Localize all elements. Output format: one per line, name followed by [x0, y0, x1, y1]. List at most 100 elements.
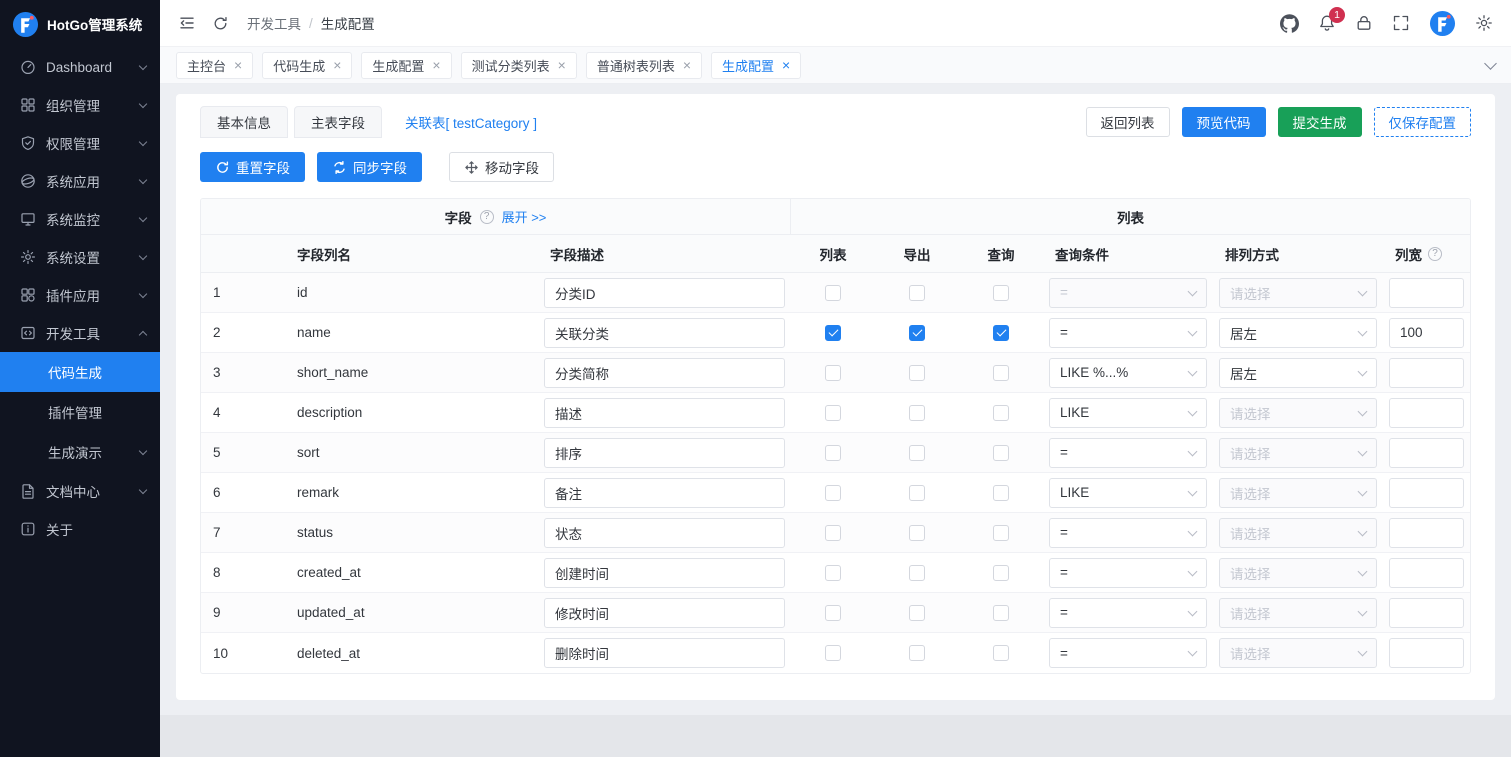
align-select[interactable]: 居左 [1219, 318, 1377, 348]
close-icon[interactable]: × [432, 58, 440, 72]
query-checkbox[interactable] [993, 445, 1009, 461]
github-icon[interactable] [1280, 14, 1299, 33]
app-logo[interactable]: HotGo管理系统 [0, 0, 160, 48]
list-checkbox[interactable] [825, 485, 841, 501]
expand-link[interactable]: 展开 >> [502, 207, 547, 226]
align-select[interactable]: 请选择 [1219, 478, 1377, 508]
query-condition-select[interactable]: LIKE [1049, 398, 1207, 428]
align-select[interactable]: 居左 [1219, 358, 1377, 388]
tab-console[interactable]: 主控台× [176, 52, 253, 79]
query-checkbox[interactable] [993, 485, 1009, 501]
align-select[interactable]: 请选择 [1219, 638, 1377, 668]
query-checkbox[interactable] [993, 365, 1009, 381]
list-checkbox[interactable] [825, 325, 841, 341]
align-select[interactable]: 请选择 [1219, 598, 1377, 628]
collapse-sidebar-icon[interactable] [178, 14, 196, 32]
sidebar-item-permission[interactable]: 权限管理 [0, 124, 160, 162]
breadcrumb-item[interactable]: 开发工具 [247, 13, 301, 33]
tab-codegen[interactable]: 代码生成× [262, 52, 352, 79]
column-width-input[interactable] [1389, 598, 1464, 628]
query-condition-select[interactable]: = [1049, 438, 1207, 468]
align-select[interactable]: 请选择 [1219, 398, 1377, 428]
move-fields-button[interactable]: 移动字段 [449, 152, 554, 182]
tab-tree-list[interactable]: 普通树表列表× [586, 52, 702, 79]
sidebar-item-about[interactable]: 关于 [0, 510, 160, 548]
export-checkbox[interactable] [909, 325, 925, 341]
sync-fields-button[interactable]: 同步字段 [317, 152, 422, 182]
export-checkbox[interactable] [909, 485, 925, 501]
sidebar-item-plugin-manage[interactable]: 插件管理 [0, 392, 160, 432]
sidebar-item-monitor[interactable]: 系统监控 [0, 200, 160, 238]
export-checkbox[interactable] [909, 365, 925, 381]
align-select[interactable]: 请选择 [1219, 518, 1377, 548]
query-checkbox[interactable] [993, 405, 1009, 421]
export-checkbox[interactable] [909, 285, 925, 301]
export-checkbox[interactable] [909, 525, 925, 541]
back-to-list-button[interactable]: 返回列表 [1086, 107, 1170, 137]
tab-main-fields[interactable]: 主表字段 [294, 106, 382, 138]
list-checkbox[interactable] [825, 525, 841, 541]
list-checkbox[interactable] [825, 405, 841, 421]
lock-icon[interactable] [1355, 14, 1373, 32]
tab-basic-info[interactable]: 基本信息 [200, 106, 288, 138]
column-width-input[interactable] [1389, 278, 1464, 308]
list-checkbox[interactable] [825, 285, 841, 301]
query-checkbox[interactable] [993, 525, 1009, 541]
reset-fields-button[interactable]: 重置字段 [200, 152, 305, 182]
column-width-input[interactable] [1389, 358, 1464, 388]
align-select[interactable]: 请选择 [1219, 278, 1377, 308]
query-condition-select[interactable]: LIKE [1049, 478, 1207, 508]
field-desc-input[interactable] [544, 598, 785, 628]
sidebar-item-dashboard[interactable]: Dashboard [0, 48, 160, 86]
list-checkbox[interactable] [825, 645, 841, 661]
sidebar-item-gen-demo[interactable]: 生成演示 [0, 432, 160, 472]
tab-gen-config[interactable]: 生成配置× [361, 52, 451, 79]
column-width-input[interactable] [1389, 318, 1464, 348]
refresh-icon[interactable] [212, 15, 229, 32]
sidebar-item-docs[interactable]: 文档中心 [0, 472, 160, 510]
query-condition-select[interactable]: = [1049, 598, 1207, 628]
list-checkbox[interactable] [825, 565, 841, 581]
close-icon[interactable]: × [234, 58, 242, 72]
query-condition-select[interactable]: = [1049, 638, 1207, 668]
list-checkbox[interactable] [825, 365, 841, 381]
tab-gen-config-active[interactable]: 生成配置× [711, 52, 801, 79]
field-desc-input[interactable] [544, 278, 785, 308]
close-icon[interactable]: × [558, 58, 566, 72]
query-condition-select[interactable]: = [1049, 278, 1207, 308]
list-checkbox[interactable] [825, 445, 841, 461]
column-width-input[interactable] [1389, 438, 1464, 468]
column-width-input[interactable] [1389, 478, 1464, 508]
query-checkbox[interactable] [993, 565, 1009, 581]
field-desc-input[interactable] [544, 318, 785, 348]
export-checkbox[interactable] [909, 445, 925, 461]
notifications-button[interactable]: 1 [1318, 14, 1336, 32]
sidebar-item-codegen[interactable]: 代码生成 [0, 352, 160, 392]
tab-relation-table[interactable]: 关联表[ testCategory ] [388, 106, 554, 138]
export-checkbox[interactable] [909, 405, 925, 421]
query-checkbox[interactable] [993, 645, 1009, 661]
align-select[interactable]: 请选择 [1219, 558, 1377, 588]
fullscreen-icon[interactable] [1392, 14, 1410, 32]
sidebar-item-plugin[interactable]: 插件应用 [0, 276, 160, 314]
export-checkbox[interactable] [909, 565, 925, 581]
sidebar-item-system-app[interactable]: 系统应用 [0, 162, 160, 200]
sidebar-item-devtools[interactable]: 开发工具 [0, 314, 160, 352]
query-checkbox[interactable] [993, 325, 1009, 341]
settings-icon[interactable] [1475, 14, 1493, 32]
sidebar-item-org[interactable]: 组织管理 [0, 86, 160, 124]
export-checkbox[interactable] [909, 645, 925, 661]
field-desc-input[interactable] [544, 358, 785, 388]
chevron-down-icon[interactable] [1484, 57, 1497, 70]
help-icon[interactable] [480, 210, 494, 224]
field-desc-input[interactable] [544, 638, 785, 668]
export-checkbox[interactable] [909, 605, 925, 621]
field-desc-input[interactable] [544, 518, 785, 548]
field-desc-input[interactable] [544, 398, 785, 428]
field-desc-input[interactable] [544, 478, 785, 508]
column-width-input[interactable] [1389, 638, 1464, 668]
column-width-input[interactable] [1389, 398, 1464, 428]
tab-test-category[interactable]: 测试分类列表× [461, 52, 577, 79]
submit-generate-button[interactable]: 提交生成 [1278, 107, 1362, 137]
query-checkbox[interactable] [993, 605, 1009, 621]
